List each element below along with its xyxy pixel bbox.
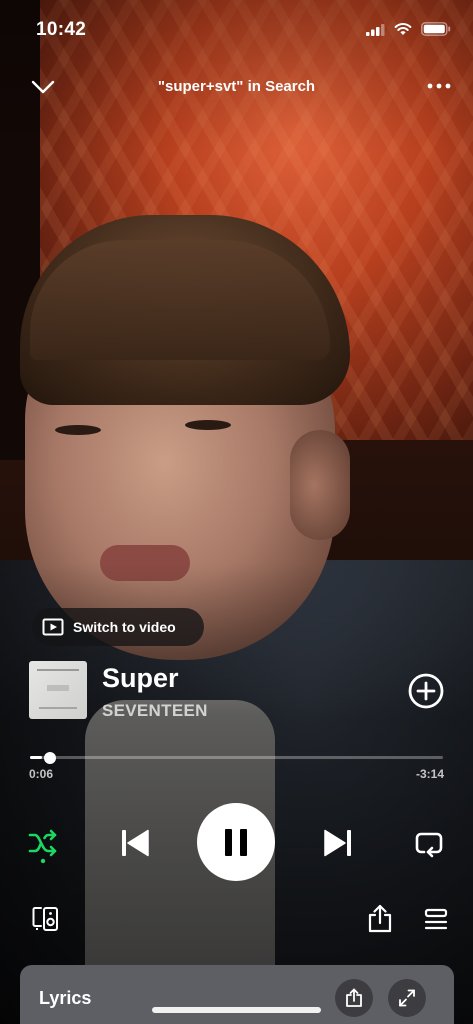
skip-next-icon[interactable] xyxy=(322,827,354,859)
add-circle-icon[interactable] xyxy=(408,673,444,709)
elapsed-time: 0:06 xyxy=(29,767,54,781)
status-time: 10:42 xyxy=(36,19,87,40)
artist-name[interactable]: SEVENTEEN xyxy=(102,701,208,721)
lyrics-label: Lyrics xyxy=(39,988,92,1008)
secondary-controls xyxy=(0,902,473,936)
playing-from-title: "super+svt" in Search xyxy=(157,78,316,95)
progress-bar[interactable] xyxy=(30,752,443,764)
playback-controls xyxy=(0,800,473,884)
cellular-signal-icon xyxy=(366,24,385,36)
repeat-icon[interactable] xyxy=(413,828,445,860)
video-play-icon xyxy=(42,618,64,636)
more-dots-icon[interactable] xyxy=(424,78,454,94)
track-info: Super SEVENTEEN xyxy=(29,661,449,721)
battery-icon xyxy=(421,22,451,36)
pause-icon xyxy=(225,829,232,856)
album-art[interactable] xyxy=(29,661,87,719)
player-header: "super+svt" in Search xyxy=(0,70,473,104)
expand-icon xyxy=(399,989,415,1007)
share-icon[interactable] xyxy=(366,904,394,934)
lyrics-share-button[interactable] xyxy=(335,979,373,1017)
progress-fill xyxy=(30,756,42,759)
switch-to-video-button[interactable]: Switch to video xyxy=(32,608,204,646)
progress-knob[interactable] xyxy=(44,752,56,764)
pause-button[interactable] xyxy=(197,803,275,881)
queue-icon[interactable] xyxy=(424,908,448,930)
lyrics-expand-button[interactable] xyxy=(388,979,426,1017)
switch-to-video-label: Switch to video xyxy=(73,619,176,635)
song-title[interactable]: Super xyxy=(102,663,179,694)
shuffle-icon[interactable] xyxy=(28,828,60,864)
remaining-time: -3:14 xyxy=(415,767,444,781)
skip-previous-icon[interactable] xyxy=(119,827,151,859)
connect-device-icon[interactable] xyxy=(32,906,60,932)
now-playing-screen: 10:42 "super+svt" in Search Switch to vi… xyxy=(0,0,473,1024)
share-icon xyxy=(346,988,362,1007)
home-indicator[interactable] xyxy=(152,1007,321,1013)
lyrics-card[interactable]: Lyrics xyxy=(20,965,454,1024)
status-bar: 10:42 xyxy=(0,0,473,54)
wifi-icon xyxy=(394,23,412,35)
